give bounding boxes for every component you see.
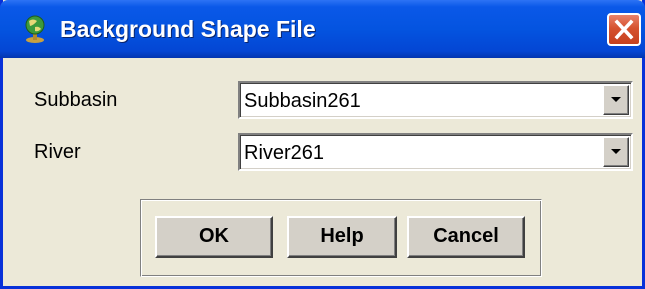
close-icon bbox=[614, 19, 634, 40]
cancel-button[interactable]: Cancel bbox=[407, 216, 525, 258]
river-dropdown-button[interactable] bbox=[603, 137, 629, 167]
subbasin-dropdown[interactable]: Subbasin261 bbox=[238, 81, 633, 119]
globe-icon bbox=[20, 14, 50, 44]
river-dropdown[interactable]: River261 bbox=[238, 133, 633, 171]
button-group: OK Help Cancel bbox=[140, 199, 542, 277]
help-button[interactable]: Help bbox=[287, 216, 397, 258]
ok-button[interactable]: OK bbox=[155, 216, 273, 258]
subbasin-dropdown-button[interactable] bbox=[603, 85, 629, 115]
title-bar[interactable]: Background Shape File bbox=[0, 0, 645, 58]
subbasin-label: Subbasin bbox=[34, 89, 118, 111]
chevron-down-icon bbox=[611, 97, 621, 102]
dialog-content: Subbasin Subbasin261 River River261 OK H… bbox=[3, 58, 642, 286]
river-value: River261 bbox=[244, 142, 325, 164]
window-title: Background Shape File bbox=[60, 16, 316, 42]
chevron-down-icon bbox=[611, 149, 621, 154]
subbasin-value: Subbasin261 bbox=[244, 90, 361, 112]
close-button[interactable] bbox=[607, 13, 641, 46]
river-label: River bbox=[34, 141, 81, 163]
background-shape-file-dialog: Background Shape File Subbasin Subbasin2… bbox=[0, 0, 645, 289]
